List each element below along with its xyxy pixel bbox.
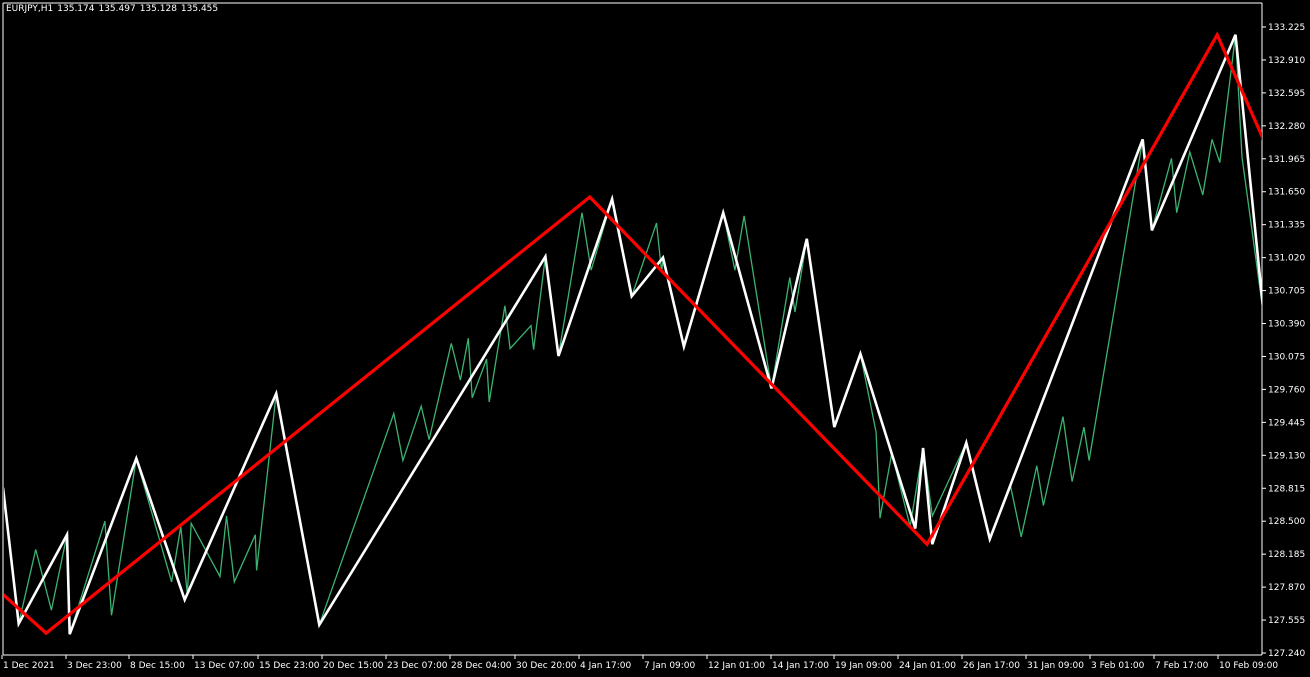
- y-tick-label: 133.225: [1268, 23, 1305, 33]
- chart: 133.225 132.910 132.595 132.280 131.965 131.6…: [0, 0, 1310, 677]
- x-tick-label: 4 Jan 17:00: [580, 661, 632, 671]
- x-tick-label: 28 Dec 04:00: [451, 661, 512, 671]
- high-value: 135.497: [98, 4, 136, 14]
- series-line-0: [4, 34, 1262, 635]
- y-tick-label: 132.595: [1268, 89, 1305, 99]
- y-tick-label: 127.870: [1268, 583, 1305, 593]
- y-tick-label: 128.500: [1268, 517, 1305, 527]
- y-tick-label: 130.390: [1268, 320, 1305, 330]
- y-tick-label: 128.815: [1268, 484, 1305, 494]
- price-chart: 133.225 132.910 132.595 132.280 131.965 131.6…: [1, 2, 1305, 671]
- y-tick-label: 129.760: [1268, 385, 1305, 395]
- x-tick-label: 19 Jan 09:00: [835, 661, 892, 671]
- x-tick-label: 13 Dec 07:00: [194, 661, 255, 671]
- x-tick-label: 26 Jan 17:00: [963, 661, 1020, 671]
- x-tick-label: 23 Dec 07:00: [387, 661, 448, 671]
- y-tick-label: 130.705: [1268, 287, 1305, 297]
- low-value: 135.128: [139, 4, 177, 14]
- y-tick-label: 131.020: [1268, 254, 1305, 264]
- x-tick-label: 1 Dec 2021: [3, 661, 55, 671]
- y-tick-label: 132.910: [1268, 56, 1305, 66]
- x-tick-label: 10 Feb 09:00: [1219, 661, 1278, 671]
- x-tick-label: 3 Feb 01:00: [1091, 661, 1145, 671]
- y-tick-label: 131.335: [1268, 221, 1305, 231]
- y-tick-label: 131.650: [1268, 188, 1305, 198]
- x-tick-label: 12 Jan 01:00: [708, 661, 765, 671]
- symbol-label: EURJPY,H1: [6, 4, 54, 14]
- y-tick-label: 127.240: [1268, 649, 1305, 659]
- x-tick-label: 3 Dec 23:00: [67, 661, 122, 671]
- open-value: 135.174: [57, 4, 95, 14]
- chart-header: EURJPY,H1 135.174 135.497 135.128 135.455: [6, 4, 222, 14]
- y-tick-label: 129.130: [1268, 451, 1305, 461]
- y-tick-label: 128.185: [1268, 550, 1305, 560]
- y-tick-label: 130.075: [1268, 352, 1305, 362]
- x-tick-label: 31 Jan 09:00: [1027, 661, 1084, 671]
- x-tick-label: 7 Feb 17:00: [1155, 661, 1209, 671]
- x-tick-label: 15 Dec 23:00: [259, 661, 320, 671]
- x-tick-label: 20 Dec 15:00: [323, 661, 384, 671]
- y-tick-label: 132.280: [1268, 122, 1305, 132]
- x-tick-label: 24 Jan 01:00: [899, 661, 956, 671]
- y-tick-label: 131.965: [1268, 155, 1305, 165]
- x-tick-label: 30 Dec 20:00: [516, 661, 577, 671]
- series-line-2: [4, 31, 1262, 636]
- x-tick-label: 8 Dec 15:00: [130, 661, 185, 671]
- x-tick-label: 14 Jan 17:00: [772, 661, 829, 671]
- x-tick-label: 7 Jan 09:00: [644, 661, 696, 671]
- close-value: 135.455: [180, 4, 219, 14]
- y-tick-label: 127.555: [1268, 616, 1305, 626]
- y-tick-label: 129.445: [1268, 418, 1305, 428]
- series-line-1: [4, 34, 1262, 635]
